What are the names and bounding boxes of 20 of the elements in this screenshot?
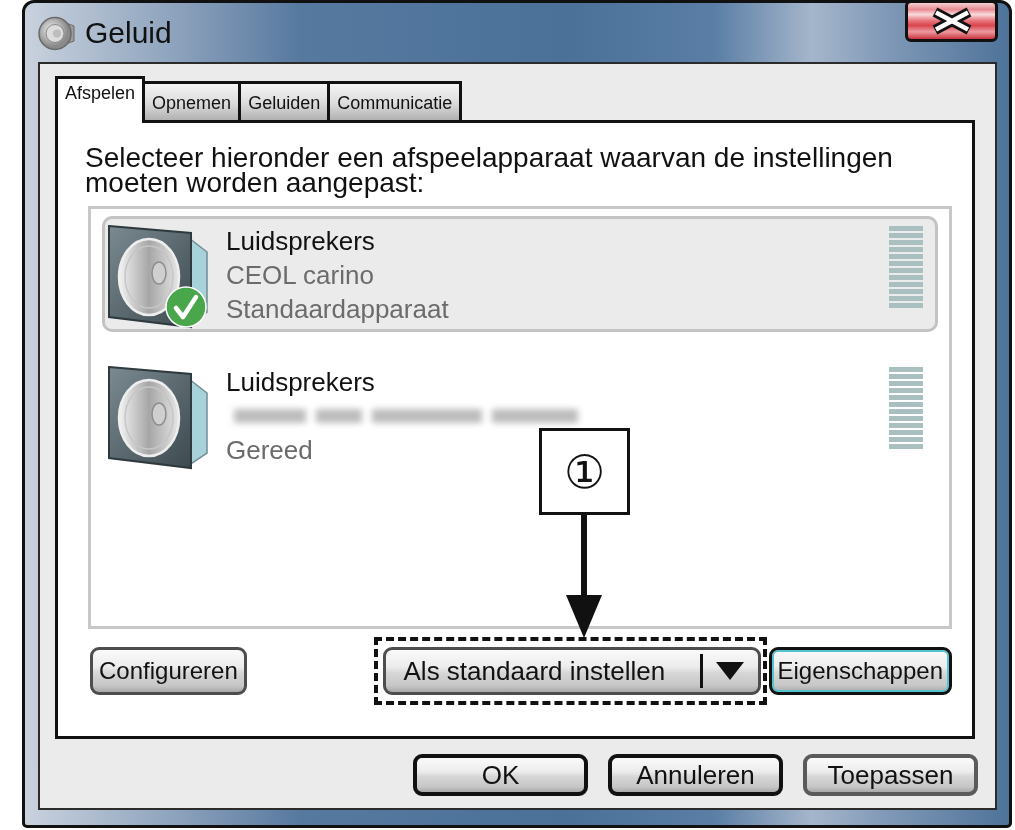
window-title: Geluid	[85, 15, 172, 50]
speaker-icon	[38, 14, 75, 52]
device-name: Luidsprekers	[226, 225, 375, 258]
caret-icon	[715, 662, 744, 680]
cancel-button[interactable]: Annuleren	[608, 754, 783, 796]
apply-button[interactable]: Toepassen	[803, 754, 978, 796]
close-button[interactable]	[905, 0, 998, 42]
device-status: Standaardapparaat	[226, 293, 449, 326]
tab[interactable]: Afspelen	[55, 76, 146, 123]
configure-button[interactable]: Configureren	[90, 647, 247, 695]
device-list-item[interactable]: Luidsprekers CEOL carino Standaardapparaat	[102, 216, 938, 332]
speaker-icon	[107, 365, 210, 470]
set-default-button[interactable]: Als standaard instellen	[382, 647, 761, 695]
ok-button[interactable]: OK	[413, 754, 588, 796]
tab[interactable]: Communicatie	[327, 81, 463, 120]
properties-button[interactable]: Eigenschappen	[768, 647, 952, 695]
callout-label: ①	[539, 428, 630, 515]
device-description: CEOL carino	[226, 259, 374, 292]
device-name: Luidsprekers	[226, 366, 375, 399]
device-status: Gereed	[226, 434, 313, 467]
